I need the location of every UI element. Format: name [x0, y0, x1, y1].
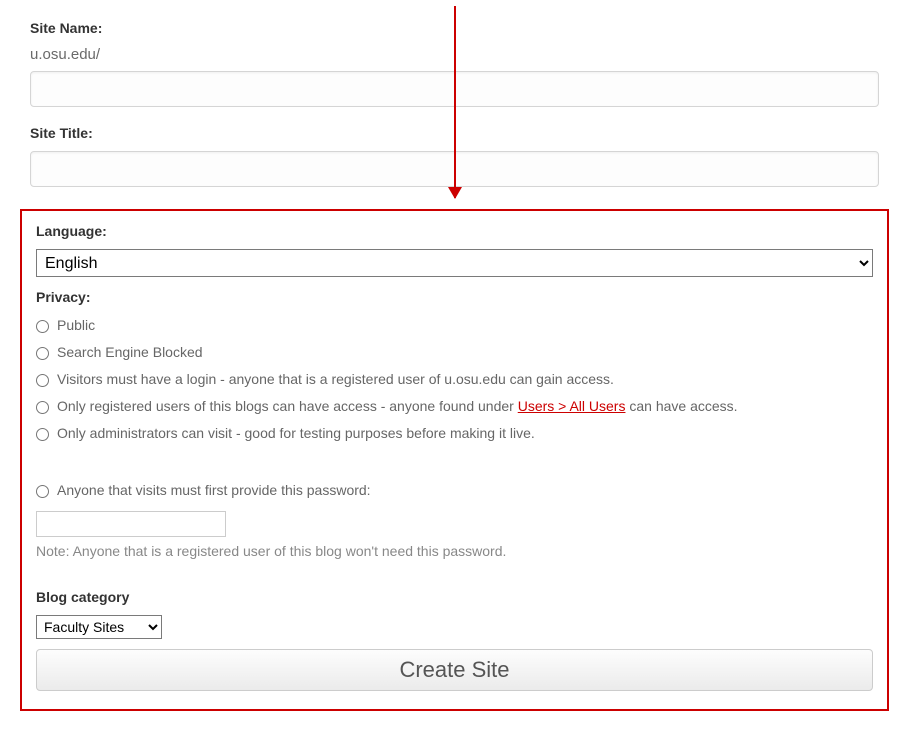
blog-category-select[interactable]: Faculty Sites	[36, 615, 162, 639]
privacy-password-input[interactable]	[36, 511, 226, 537]
highlighted-region: Language: English Privacy: Public Search…	[20, 209, 889, 711]
annotation-arrow	[454, 6, 456, 198]
privacy-option-text: Anyone that visits must first provide th…	[57, 480, 371, 501]
privacy-option-text: Public	[57, 315, 95, 336]
privacy-option-text: Only registered users of this blogs can …	[57, 396, 738, 417]
privacy-radio-seb[interactable]	[36, 347, 49, 360]
privacy-radio-login[interactable]	[36, 374, 49, 387]
privacy-label: Privacy:	[36, 289, 873, 305]
language-label: Language:	[36, 223, 873, 239]
users-all-users-link[interactable]: Users > All Users	[518, 398, 626, 414]
privacy-option-text: Search Engine Blocked	[57, 342, 203, 363]
privacy-radio-password[interactable]	[36, 485, 49, 498]
privacy-radio-admin[interactable]	[36, 428, 49, 441]
privacy-radio-public[interactable]	[36, 320, 49, 333]
blog-category-label: Blog category	[36, 589, 873, 605]
privacy-password-note: Note: Anyone that is a registered user o…	[36, 543, 873, 559]
privacy-option-text: Visitors must have a login - anyone that…	[57, 369, 614, 390]
privacy-radio-registered[interactable]	[36, 401, 49, 414]
privacy-option-text: Only administrators can visit - good for…	[57, 423, 535, 444]
language-select[interactable]: English	[36, 249, 873, 277]
create-site-button[interactable]: Create Site	[36, 649, 873, 691]
